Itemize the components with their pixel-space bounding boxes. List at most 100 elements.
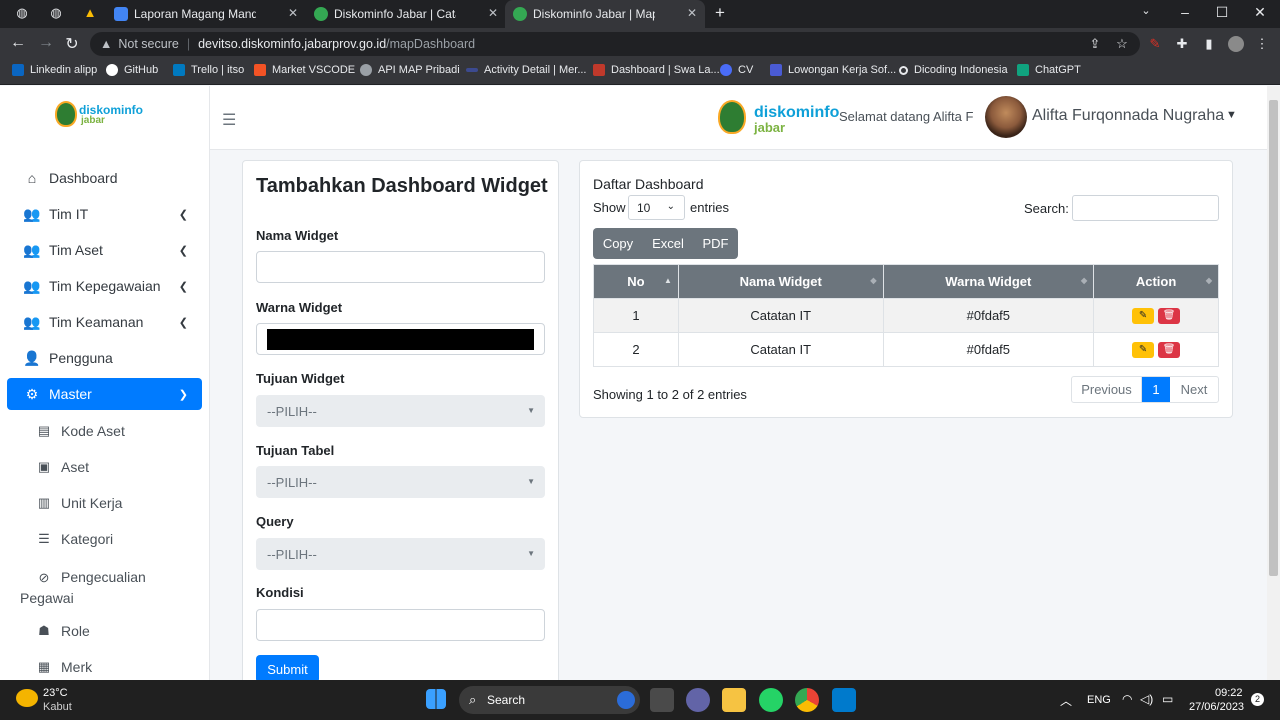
close-tab-icon[interactable]: ✕ (488, 6, 498, 20)
color-swatch[interactable] (267, 329, 534, 350)
bookmark-cv[interactable]: CV (720, 64, 753, 76)
minimize-icon[interactable]: – (1175, 4, 1195, 20)
trash-icon[interactable]: 🗑 (1158, 307, 1181, 324)
forward-icon[interactable]: → (36, 34, 56, 52)
bookmark-github[interactable]: GitHub (106, 64, 158, 76)
column-header-action[interactable]: Action ◆ (1093, 264, 1219, 299)
wifi-icon[interactable]: ◠ (1122, 692, 1132, 706)
browser-tab-active[interactable]: Diskominfo Jabar | Mapping Das ✕ (505, 0, 705, 28)
copy-button[interactable]: Copy (593, 228, 643, 259)
close-tab-icon[interactable]: ✕ (687, 6, 697, 20)
kondisi-input[interactable] (256, 609, 545, 641)
column-header-warna-widget[interactable]: Warna Widget ◆ (882, 264, 1095, 299)
pdf-button[interactable]: PDF (693, 228, 738, 259)
puzzle-icon[interactable]: ✚ (1175, 37, 1189, 51)
sidepanel-icon[interactable]: ▮ (1202, 37, 1216, 51)
sidebar-subitem-merk[interactable]: ▦ Merk (36, 659, 206, 675)
previous-button[interactable]: Previous (1072, 377, 1142, 402)
star-icon[interactable]: ☆ (1115, 37, 1129, 51)
clock-date[interactable]: 27/06/2023 (1189, 701, 1244, 713)
sidebar-item-tim-it[interactable]: 👥 Tim IT ❮ (7, 198, 202, 230)
battery-icon[interactable]: ▭ (1162, 692, 1173, 706)
bookmark-dashboard-swa[interactable]: Dashboard | Swa La... (593, 64, 720, 76)
chrome-taskbar-icon[interactable] (795, 688, 819, 712)
whatsapp-icon[interactable] (759, 688, 783, 712)
volume-icon[interactable]: ◁) (1140, 692, 1153, 706)
sidebar-item-tim-keamanan[interactable]: 👥 Tim Keamanan ❮ (7, 306, 202, 338)
sidebar-subitem-aset[interactable]: ▣ Aset (36, 459, 206, 475)
taskbar-search[interactable]: ⌕ Search (459, 686, 640, 714)
profile-icon[interactable] (1228, 36, 1244, 52)
avatar[interactable] (985, 96, 1027, 138)
trash-icon[interactable]: 🗑 (1158, 341, 1181, 358)
edit-icon[interactable]: ✎ (1132, 307, 1155, 324)
tab-search-icon[interactable]: ⌄ (1136, 4, 1156, 17)
sidebar-item-pengguna[interactable]: 👤 Pengguna (7, 342, 202, 374)
teams-chat-icon[interactable] (686, 688, 710, 712)
user-name[interactable]: Alifta Furqonnada Nugraha (1032, 107, 1224, 125)
sidebar-item-tim-aset[interactable]: 👥 Tim Aset ❮ (7, 234, 202, 266)
drive-icon[interactable]: ▲ (80, 5, 100, 20)
caret-down-icon[interactable]: ▼ (1226, 109, 1237, 121)
weather-temp[interactable]: 23°C (43, 687, 68, 699)
sidebar-item-tim-kepegawaian[interactable]: 👥 Tim Kepegawaian ❮ (7, 270, 202, 302)
query-label: Query (256, 514, 294, 529)
sidebar-subitem-role[interactable]: ☗ Role (36, 623, 206, 639)
bookmark-market-vscode[interactable]: Market VSCODE (254, 64, 355, 76)
browser-tab[interactable]: Diskominfo Jabar | Catatan IT ✕ (306, 0, 506, 28)
maximize-icon[interactable]: ☐ (1212, 4, 1232, 21)
share-icon[interactable]: ⇪ (1088, 37, 1102, 51)
scrollbar-thumb[interactable] (1269, 100, 1278, 576)
new-tab-icon[interactable]: + (710, 3, 730, 23)
sidebar-subitem-pengecualian-pegawai[interactable]: ⊘ Pengecualian Pegawai (20, 567, 160, 608)
table-search-input[interactable] (1072, 195, 1219, 221)
browser-tab[interactable]: Laporan Magang Mandiri.docx - ✕ (106, 0, 306, 28)
close-window-icon[interactable]: ✕ (1250, 4, 1270, 21)
sidebar-subitem-kode-aset[interactable]: ▤ Kode Aset (36, 423, 206, 439)
reload-icon[interactable]: ↻ (62, 34, 82, 54)
windows-start-icon[interactable] (426, 689, 446, 709)
task-view-icon[interactable] (650, 688, 674, 712)
vscode-icon[interactable] (832, 688, 856, 712)
sidebar-subitem-kategori[interactable]: ☰ Kategori (36, 531, 206, 547)
notification-badge[interactable]: 2 (1251, 693, 1264, 706)
clock-time[interactable]: 09:22 (1215, 687, 1243, 699)
weather-desc[interactable]: Kabut (43, 701, 72, 713)
tujuan-tabel-select[interactable]: --PILIH-- ▼ (256, 466, 545, 498)
bookmark-dicoding[interactable]: Dicoding Indonesia (899, 64, 1008, 76)
url-field[interactable]: ▲ Not secure | devitso.diskominfo.jabarp… (90, 32, 1140, 56)
back-icon[interactable]: ← (8, 34, 28, 52)
column-header-no[interactable]: No ▲ (593, 264, 679, 299)
bookmark-trello[interactable]: Trello | itso (173, 64, 244, 76)
bookmark-lowongan[interactable]: Lowongan Kerja Sof... (770, 64, 896, 76)
sidebar-logo[interactable]: diskominfo jabar (55, 101, 145, 129)
extension-red-icon[interactable]: ✎ (1148, 37, 1162, 51)
column-header-nama-widget[interactable]: Nama Widget ◆ (677, 264, 884, 299)
close-tab-icon[interactable]: ✕ (288, 6, 298, 20)
hamburger-icon[interactable]: ☰ (222, 110, 236, 130)
sidebar-item-dashboard[interactable]: ⌂ Dashboard (7, 162, 202, 194)
submit-button[interactable]: Submit (256, 655, 319, 683)
tujuan-widget-select[interactable]: --PILIH-- ▼ (256, 395, 545, 427)
chrome-icon[interactable]: ◍ (46, 5, 66, 21)
next-button[interactable]: Next (1170, 377, 1218, 402)
page-1-button[interactable]: 1 (1142, 377, 1170, 402)
bookmark-linkedin[interactable]: Linkedin alipp (12, 64, 97, 76)
entries-length-select[interactable]: 10 ⌄ (628, 195, 685, 220)
bookmark-api-map[interactable]: API MAP Pribadi (360, 64, 460, 76)
query-select[interactable]: --PILIH-- ▼ (256, 538, 545, 570)
sidebar-subitem-unit-kerja[interactable]: ▥ Unit Kerja (36, 495, 206, 511)
tab-title: Diskominfo Jabar | Catatan IT (334, 7, 456, 21)
menu-icon[interactable]: ⋮ (1255, 37, 1269, 51)
nama-widget-input[interactable] (256, 251, 545, 283)
weather-icon[interactable] (16, 689, 38, 707)
bookmark-chatgpt[interactable]: ChatGPT (1017, 64, 1081, 76)
edit-icon[interactable]: ✎ (1132, 341, 1155, 358)
chevron-up-icon[interactable]: ︿ (1060, 692, 1072, 709)
sidebar-item-master[interactable]: ⚙ Master ❯ (7, 378, 202, 410)
file-explorer-icon[interactable] (722, 688, 746, 712)
bookmark-activity-detail[interactable]: Activity Detail | Mer... (466, 64, 587, 76)
chrome-icon[interactable]: ◍ (12, 5, 32, 21)
excel-button[interactable]: Excel (643, 228, 693, 259)
language-indicator[interactable]: ENG (1087, 694, 1111, 706)
